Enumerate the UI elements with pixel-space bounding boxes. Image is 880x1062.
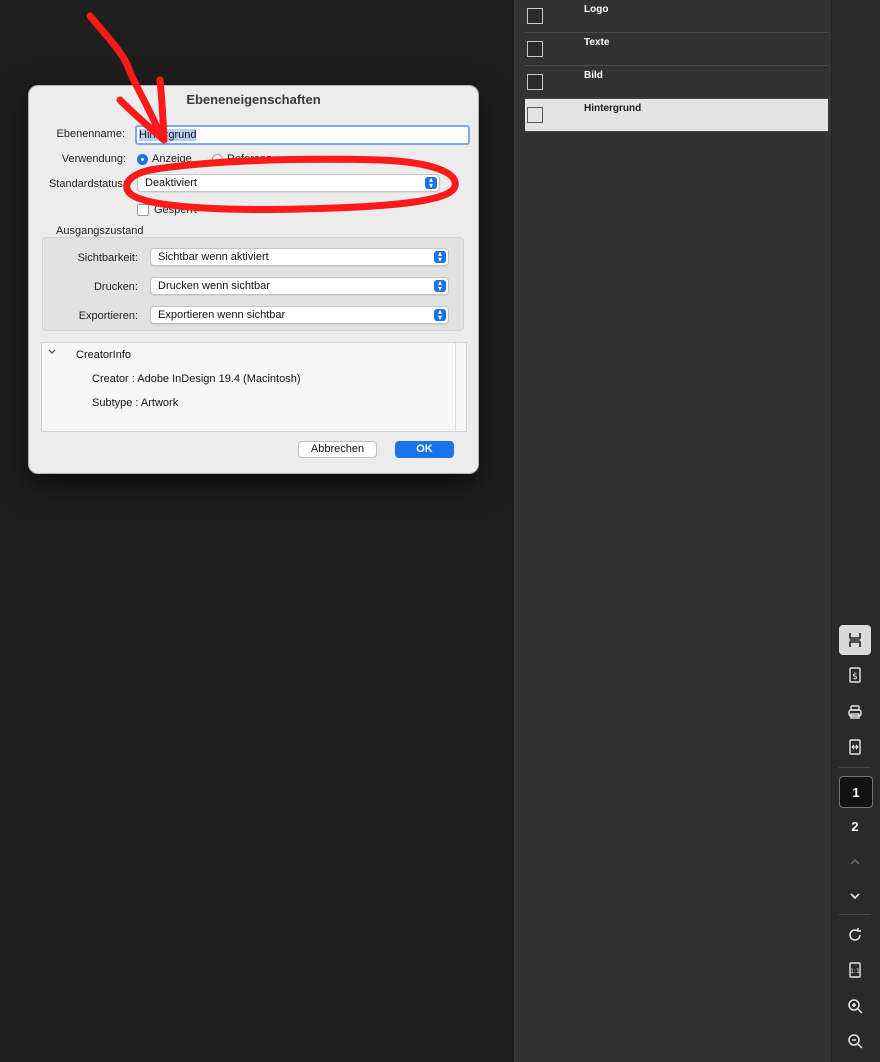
layer-properties-dialog: Ebeneneigenschaften Ebenenname: Hintergr… bbox=[28, 85, 479, 474]
chevron-down-icon[interactable] bbox=[839, 881, 871, 911]
print-label: Drucken: bbox=[93, 281, 138, 293]
page-dollar-icon[interactable]: $ bbox=[839, 660, 871, 690]
cancel-button[interactable]: Abbrechen bbox=[298, 441, 377, 458]
default-state-select[interactable]: Deaktiviert ▴ ▾ bbox=[137, 174, 440, 192]
export-value: Exportieren wenn sichtbar bbox=[158, 309, 286, 321]
chevron-down-icon[interactable] bbox=[47, 347, 57, 360]
svg-text:1:1: 1:1 bbox=[850, 968, 860, 975]
layers-panel: Logo Texte Bild Hintergrund bbox=[515, 0, 829, 1062]
svg-text:$: $ bbox=[852, 672, 858, 682]
select-stepper-icon: ▴ ▾ bbox=[434, 250, 446, 264]
initial-state-group: Sichtbarkeit: Sichtbar wenn aktiviert ▴ ▾… bbox=[42, 237, 464, 331]
initial-state-heading: Ausgangszustand bbox=[56, 225, 144, 237]
layer-name: Hintergrund bbox=[584, 103, 642, 114]
ok-button[interactable]: OK bbox=[395, 441, 454, 458]
page-1-button[interactable]: 1 bbox=[839, 776, 873, 808]
locked-checkbox[interactable]: Gesperrt bbox=[137, 204, 197, 216]
select-stepper-icon: ▴ ▾ bbox=[425, 176, 437, 190]
layer-name-input[interactable]: Hintergrund bbox=[135, 125, 470, 145]
radio-label: Referenz bbox=[227, 153, 272, 165]
usage-radio-reference[interactable]: Referenz bbox=[212, 153, 272, 165]
page-2-button[interactable]: 2 bbox=[839, 811, 871, 841]
subtype-line: Subtype : Artwork bbox=[92, 397, 179, 409]
dialog-title: Ebeneneigenschaften bbox=[186, 92, 321, 107]
rotate-icon[interactable] bbox=[839, 920, 871, 950]
creator-line: Creator : Adobe InDesign 19.4 (Macintosh… bbox=[92, 373, 301, 385]
zoom-in-icon[interactable] bbox=[839, 991, 871, 1021]
radio-unselected-icon bbox=[212, 153, 223, 165]
print-value: Drucken wenn sichtbar bbox=[158, 280, 270, 292]
visibility-label: Sichtbarkeit: bbox=[77, 252, 138, 264]
visibility-select[interactable]: Sichtbar wenn aktiviert ▴ ▾ bbox=[150, 248, 449, 266]
layer-name-value: Hintergrund bbox=[139, 129, 197, 141]
actual-size-icon[interactable]: 1:1 bbox=[839, 955, 871, 985]
compare-icon[interactable] bbox=[839, 732, 871, 762]
layer-name: Bild bbox=[584, 70, 603, 81]
usage-radio-display[interactable]: Anzeige bbox=[137, 153, 192, 165]
layer-visibility-checkbox[interactable] bbox=[527, 41, 543, 57]
layer-visibility-checkbox[interactable] bbox=[527, 8, 543, 24]
layer-visibility-checkbox[interactable] bbox=[527, 74, 543, 90]
usage-label: Verwendung: bbox=[61, 153, 126, 165]
print-icon[interactable] bbox=[839, 697, 871, 727]
visibility-value: Sichtbar wenn aktiviert bbox=[158, 251, 269, 263]
print-select[interactable]: Drucken wenn sichtbar ▴ ▾ bbox=[150, 277, 449, 295]
layer-name-label: Ebenenname: bbox=[56, 128, 126, 140]
layers-icon[interactable] bbox=[839, 625, 871, 655]
chevron-up-icon[interactable] bbox=[839, 847, 871, 877]
creator-info-box[interactable]: CreatorInfo Creator : Adobe InDesign 19.… bbox=[41, 342, 467, 432]
select-stepper-icon: ▴ ▾ bbox=[434, 308, 446, 322]
checkbox-box bbox=[137, 204, 149, 216]
layer-row-logo[interactable]: Logo bbox=[525, 0, 828, 33]
default-state-label: Standardstatus: bbox=[48, 178, 126, 190]
toolbar-separator bbox=[839, 914, 871, 915]
export-label: Exportieren: bbox=[78, 310, 138, 322]
layer-row-texte[interactable]: Texte bbox=[525, 33, 828, 66]
radio-selected-icon bbox=[137, 153, 148, 165]
zoom-out-icon[interactable] bbox=[839, 1026, 871, 1056]
creator-info-heading: CreatorInfo bbox=[76, 349, 132, 361]
select-stepper-icon: ▴ ▾ bbox=[434, 279, 446, 293]
locked-label: Gesperrt bbox=[154, 204, 197, 216]
export-select[interactable]: Exportieren wenn sichtbar ▴ ▾ bbox=[150, 306, 449, 324]
toolbar-separator bbox=[839, 767, 871, 768]
layer-row-hintergrund[interactable]: Hintergrund bbox=[525, 99, 828, 132]
layer-row-bild[interactable]: Bild bbox=[525, 66, 828, 99]
layer-name: Logo bbox=[584, 4, 609, 15]
radio-label: Anzeige bbox=[152, 153, 192, 165]
layer-visibility-checkbox[interactable] bbox=[527, 107, 543, 123]
info-scrollbar[interactable] bbox=[455, 343, 466, 431]
layer-name: Texte bbox=[584, 37, 610, 48]
default-state-value: Deaktiviert bbox=[145, 177, 197, 189]
right-toolbar: $ 1 2 1:1 bbox=[829, 0, 880, 1062]
